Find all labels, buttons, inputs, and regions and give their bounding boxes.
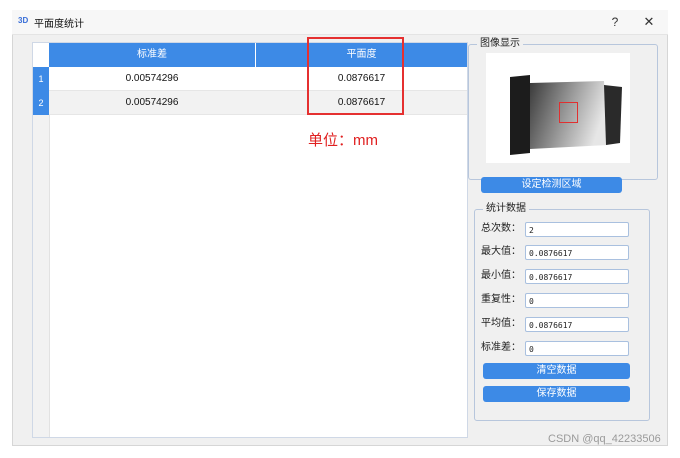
repeatability-field[interactable]: 0 bbox=[525, 293, 629, 308]
max-value-label: 最大值： bbox=[481, 246, 521, 257]
depth-image-preview bbox=[486, 53, 630, 163]
depth-image bbox=[510, 75, 622, 155]
unit-annotation: 单位：mm bbox=[308, 132, 378, 149]
save-data-button[interactable]: 保存数据 bbox=[483, 386, 630, 402]
statistics-title: 统计数据 bbox=[483, 203, 529, 215]
title-bar: 3D 平面度统计 ? ✕ bbox=[12, 10, 668, 35]
column-header-std[interactable]: 标准差 bbox=[49, 43, 256, 67]
row-header[interactable]: 1 bbox=[33, 67, 49, 91]
image-display-title: 图像显示 bbox=[477, 38, 523, 50]
table-row[interactable]: 0.00574296 0.0876617 bbox=[49, 91, 467, 115]
average-value-label: 平均值： bbox=[481, 318, 521, 329]
std-dev-field[interactable]: 0 bbox=[525, 341, 629, 356]
table-row[interactable]: 0.00574296 0.0876617 bbox=[49, 67, 467, 91]
table-corner bbox=[33, 43, 50, 67]
total-count-label: 总次数： bbox=[481, 223, 521, 234]
set-detection-area-button[interactable]: 设定检测区域 bbox=[481, 177, 622, 193]
repeatability-label: 重复性： bbox=[481, 294, 521, 305]
close-button[interactable]: ✕ bbox=[638, 13, 660, 31]
cell-std[interactable]: 0.00574296 bbox=[49, 67, 255, 91]
max-value-field[interactable]: 0.0876617 bbox=[525, 245, 629, 260]
row-header[interactable]: 2 bbox=[33, 91, 49, 115]
row-header-fill bbox=[33, 115, 50, 437]
detection-roi-box[interactable] bbox=[559, 102, 578, 123]
min-value-field[interactable]: 0.0876617 bbox=[525, 269, 629, 284]
window-title: 平面度统计 bbox=[34, 19, 84, 30]
help-button[interactable]: ? bbox=[604, 13, 626, 31]
std-dev-label: 标准差： bbox=[481, 342, 521, 353]
min-value-label: 最小值： bbox=[481, 270, 521, 281]
clear-data-button[interactable]: 清空数据 bbox=[483, 363, 630, 379]
highlight-box bbox=[307, 37, 404, 115]
average-value-field[interactable]: 0.0876617 bbox=[525, 317, 629, 332]
total-count-field[interactable]: 2 bbox=[525, 222, 629, 237]
watermark: CSDN @qq_42233506 bbox=[548, 433, 661, 445]
cell-std[interactable]: 0.00574296 bbox=[49, 91, 255, 115]
app-3d-icon: 3D bbox=[18, 16, 29, 25]
